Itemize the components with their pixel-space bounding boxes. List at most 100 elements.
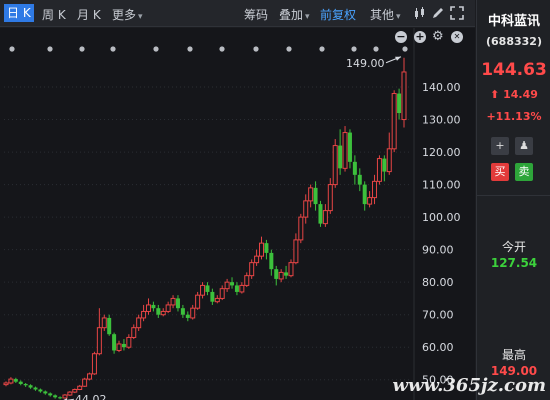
candle-body-up — [126, 336, 132, 348]
y-tick-label: 140.00 — [422, 81, 461, 94]
candle-body-up — [91, 353, 97, 375]
event-marker — [47, 46, 53, 52]
candle-body-down — [284, 272, 289, 276]
tab-month-k[interactable]: 月 K — [77, 6, 101, 23]
candle-body-up — [249, 262, 255, 277]
settings-icon[interactable]: ⚙ — [432, 29, 444, 44]
candle-body-up — [141, 310, 147, 319]
candle-body-down — [274, 269, 279, 279]
candle-body-down — [205, 285, 210, 292]
more-menu[interactable]: 更多 ▾ — [112, 6, 143, 23]
event-marker — [286, 46, 292, 52]
candle-body-up — [170, 297, 176, 306]
candle-body-down — [28, 385, 33, 388]
candle-body-down — [362, 184, 367, 205]
candle-body-up — [288, 262, 294, 277]
candle-body-down — [156, 308, 161, 315]
high-label: 最高 — [501, 348, 526, 362]
event-marker — [319, 46, 325, 52]
price-change: ⬆ 14.49 — [477, 88, 550, 101]
candle-body-down — [230, 282, 235, 286]
divider — [477, 195, 550, 196]
high-label: 149.00 — [346, 57, 385, 70]
adjust-button[interactable]: 前复权 — [320, 6, 356, 23]
candle-body-down — [23, 383, 28, 386]
y-tick-label: 100.00 — [422, 211, 461, 224]
quote-panel: 中科蓝讯 (688332) 144.63 ⬆ 14.49 +11.13% + ♟… — [476, 0, 550, 400]
candle-body-up — [254, 255, 260, 264]
candlestick-icon[interactable] — [414, 7, 426, 19]
pencil-icon[interactable] — [432, 7, 444, 19]
other-label: 其他 — [370, 8, 395, 22]
candle-body-down — [180, 308, 185, 315]
candle-body-up — [401, 71, 407, 121]
candle-body-up — [342, 132, 348, 169]
buy-button[interactable]: 买 — [491, 163, 509, 181]
more-label: 更多 — [112, 8, 137, 22]
chevron-down-icon: ▾ — [305, 12, 310, 22]
candle-body-up — [131, 327, 137, 338]
candle-body-down — [112, 334, 117, 351]
sell-button[interactable]: 卖 — [515, 163, 533, 181]
candle-body-down — [107, 317, 112, 335]
candle-body-down — [38, 389, 43, 392]
overlay-menu[interactable]: 叠加 ▾ — [279, 6, 310, 23]
price-change-value: 14.49 — [503, 88, 538, 101]
tab-day-k[interactable]: 日 K — [4, 4, 34, 22]
add-watchlist-icon[interactable]: + — [491, 137, 509, 155]
candle-body-up — [77, 385, 83, 390]
y-tick-label: 70.00 — [422, 309, 454, 322]
event-marker — [373, 46, 379, 52]
candle-body-down — [18, 381, 23, 384]
candle-body-up — [239, 284, 245, 293]
candle-body-down — [352, 161, 357, 175]
candle-body-down — [151, 304, 156, 309]
current-price: 144.63 — [481, 60, 547, 80]
event-marker — [402, 46, 408, 52]
close-icon[interactable]: ✕ — [451, 31, 463, 43]
minimize-icon[interactable]: − — [395, 31, 407, 43]
open-value: 127.54 — [490, 256, 538, 270]
candle-body-up — [101, 317, 107, 329]
other-menu[interactable]: 其他 ▾ — [370, 6, 401, 23]
candle-body-up — [136, 317, 142, 329]
tab-week-k[interactable]: 周 K — [42, 6, 66, 23]
kline-chart[interactable]: 140.00 130.00 120.00 110.00 100.00 90.00 80.00… — [0, 28, 475, 400]
event-marker — [253, 46, 259, 52]
stock-code: (688332) — [486, 35, 542, 48]
candle-body-up — [224, 281, 230, 290]
candle-body-up — [67, 391, 73, 396]
candle-body-up — [87, 373, 93, 380]
candle-body-down — [175, 298, 180, 309]
alert-icon[interactable]: ♟ — [515, 137, 533, 155]
candle-body-up — [3, 382, 9, 386]
candle-body-up — [278, 271, 284, 280]
candle-body-down — [234, 285, 239, 292]
chips-button[interactable]: 筹码 — [244, 6, 268, 23]
y-tick-label: 60.00 — [422, 341, 454, 354]
candle-body-up — [8, 378, 14, 384]
fullscreen-icon[interactable] — [450, 6, 464, 20]
candle-body-up — [391, 93, 397, 150]
candle-body-down — [313, 187, 318, 205]
candle-body-up — [165, 304, 171, 312]
up-arrow-icon: ⬆ — [490, 88, 500, 101]
candle-body-up — [298, 216, 304, 241]
chart-controls: − + ⚙ ✕ — [395, 29, 473, 45]
candle-body-up — [332, 145, 338, 186]
toolbar: 日 K 周 K 月 K 更多 ▾ 筹码 叠加 ▾ 前复权 其他 ▾ — [0, 0, 475, 27]
y-tick-label: 120.00 — [422, 146, 461, 159]
stock-name: 中科蓝讯 — [487, 14, 540, 29]
candle-body-up — [308, 187, 314, 202]
chevron-down-icon: ▾ — [396, 12, 401, 22]
event-marker — [351, 46, 357, 52]
zoom-in-icon[interactable]: + — [414, 31, 426, 43]
candle-body-up — [303, 200, 309, 218]
candle-body-down — [33, 387, 38, 390]
candle-body-down — [269, 252, 274, 270]
price-change-pct: +11.13% — [486, 110, 542, 123]
candle-body-up — [244, 275, 250, 286]
candle-body-down — [53, 395, 58, 398]
event-marker — [187, 46, 193, 52]
y-tick-label: 90.00 — [422, 244, 454, 257]
